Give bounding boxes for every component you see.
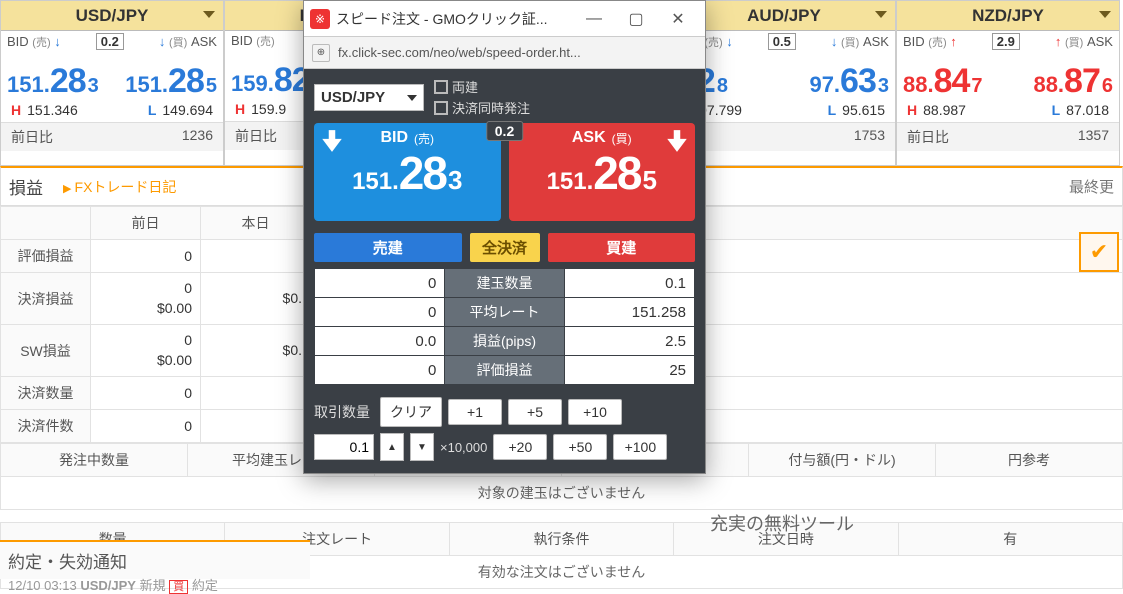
bid-price: 159.82 bbox=[231, 63, 312, 97]
col-header: 円参考 bbox=[936, 444, 1123, 477]
chevron-down-icon bbox=[875, 11, 887, 18]
qty-plus-10[interactable]: +10 bbox=[568, 399, 622, 425]
buy-positions-btn[interactable]: 買建 bbox=[548, 233, 696, 262]
qty-multiplier: ×10,000 bbox=[440, 440, 487, 455]
url-text: fx.click-sec.com/neo/web/speed-order.ht.… bbox=[338, 45, 581, 60]
spread: 0.2 bbox=[96, 33, 124, 50]
ask-arrow-icon bbox=[663, 127, 691, 155]
col-header: 付与額(円・ドル) bbox=[749, 444, 936, 477]
maximize-button[interactable]: ▢ bbox=[615, 4, 657, 34]
qty-input[interactable] bbox=[314, 434, 374, 460]
ask-price: 151.285 bbox=[125, 64, 217, 98]
minimize-button[interactable]: — bbox=[573, 4, 615, 34]
pair-tab[interactable]: USD/JPY bbox=[1, 1, 223, 31]
qty-label: 取引数量 bbox=[314, 402, 370, 422]
sell-positions-btn[interactable]: 売建 bbox=[314, 233, 462, 262]
fx-diary-link[interactable]: FXトレード日記 bbox=[63, 177, 176, 197]
bid-arrow-icon bbox=[318, 127, 346, 155]
qty-plus-20[interactable]: +20 bbox=[493, 434, 547, 460]
col-header: 有 bbox=[898, 523, 1122, 556]
titlebar[interactable]: ※ スピード注文 - GMOクリック証... — ▢ ✕ bbox=[304, 1, 705, 37]
pl-title: 損益 bbox=[9, 174, 43, 199]
last-update-label: 最終更 bbox=[1069, 176, 1114, 197]
refresh-check[interactable]: ✔ bbox=[1079, 232, 1119, 272]
qty-plus-5[interactable]: +5 bbox=[508, 399, 562, 425]
ask-price: 88.876 bbox=[1033, 64, 1113, 98]
site-settings-icon[interactable]: ⊕ bbox=[312, 44, 330, 62]
col-header: 執行条件 bbox=[449, 523, 673, 556]
close-button[interactable]: ✕ bbox=[657, 4, 699, 34]
qty-plus-100[interactable]: +100 bbox=[613, 434, 667, 460]
qty-plus-1[interactable]: +1 bbox=[448, 399, 502, 425]
pair-select[interactable]: USD/JPY bbox=[314, 84, 424, 111]
url-bar[interactable]: ⊕ fx.click-sec.com/neo/web/speed-order.h… bbox=[304, 37, 705, 69]
chevron-down-icon bbox=[203, 11, 215, 18]
col-prev: 前日 bbox=[91, 207, 201, 240]
positions-empty: 対象の建玉はございません bbox=[1, 477, 1123, 510]
rate-card[interactable]: NZD/JPY BID (売) ↑ 2.9 ↑ (買) ASK 88.847 8… bbox=[896, 0, 1120, 166]
hedge-checkbox[interactable]: 両建 bbox=[434, 77, 530, 96]
bid-price: 88.847 bbox=[903, 64, 983, 98]
log-line: 12/10 03:13 USD/JPY 新規 買 約定 bbox=[8, 575, 218, 594]
qty-clear-btn[interactable]: クリア bbox=[380, 397, 442, 427]
qty-step-down[interactable]: ▼ bbox=[410, 433, 434, 461]
bid-tile[interactable]: BID(売) 151. 28 3 bbox=[314, 123, 501, 221]
pair-tab[interactable]: NZD/JPY bbox=[897, 1, 1119, 31]
spread: 0.5 bbox=[768, 33, 796, 50]
chevron-down-icon bbox=[1099, 11, 1111, 18]
spread: 2.9 bbox=[992, 33, 1020, 50]
rate-card[interactable]: USD/JPY BID (売) ↓ 0.2 ↓ (買) ASK 151.283 … bbox=[0, 0, 224, 166]
col-header: 発注中数量 bbox=[1, 444, 188, 477]
speed-order-window: ※ スピード注文 - GMOクリック証... — ▢ ✕ ⊕ fx.click-… bbox=[303, 0, 706, 474]
ask-tile[interactable]: ASK(買) 151. 28 5 bbox=[509, 123, 696, 221]
settle-all-btn[interactable]: 全決済 bbox=[470, 233, 540, 262]
window-title: スピード注文 - GMOクリック証... bbox=[336, 9, 573, 29]
qty-step-up[interactable]: ▲ bbox=[380, 433, 404, 461]
spread-value: 0.2 bbox=[486, 121, 523, 141]
app-icon: ※ bbox=[310, 9, 330, 29]
settle-same-checkbox[interactable]: 決済同時発注 bbox=[434, 98, 530, 117]
confirm-section-title: 約定・失効通知 bbox=[0, 540, 310, 579]
ask-price: 97.633 bbox=[809, 64, 889, 98]
col-today: 本日 bbox=[201, 207, 311, 240]
pair-tab[interactable]: AUD/JPY bbox=[673, 1, 895, 31]
position-summary: 0 建玉数量 0.1 0 平均レート 151.258 0.0 損益(pips) … bbox=[314, 268, 695, 385]
qty-plus-50[interactable]: +50 bbox=[553, 434, 607, 460]
bid-price: 151.283 bbox=[7, 64, 99, 98]
promo-text: 充実の無料ツール bbox=[710, 510, 854, 536]
